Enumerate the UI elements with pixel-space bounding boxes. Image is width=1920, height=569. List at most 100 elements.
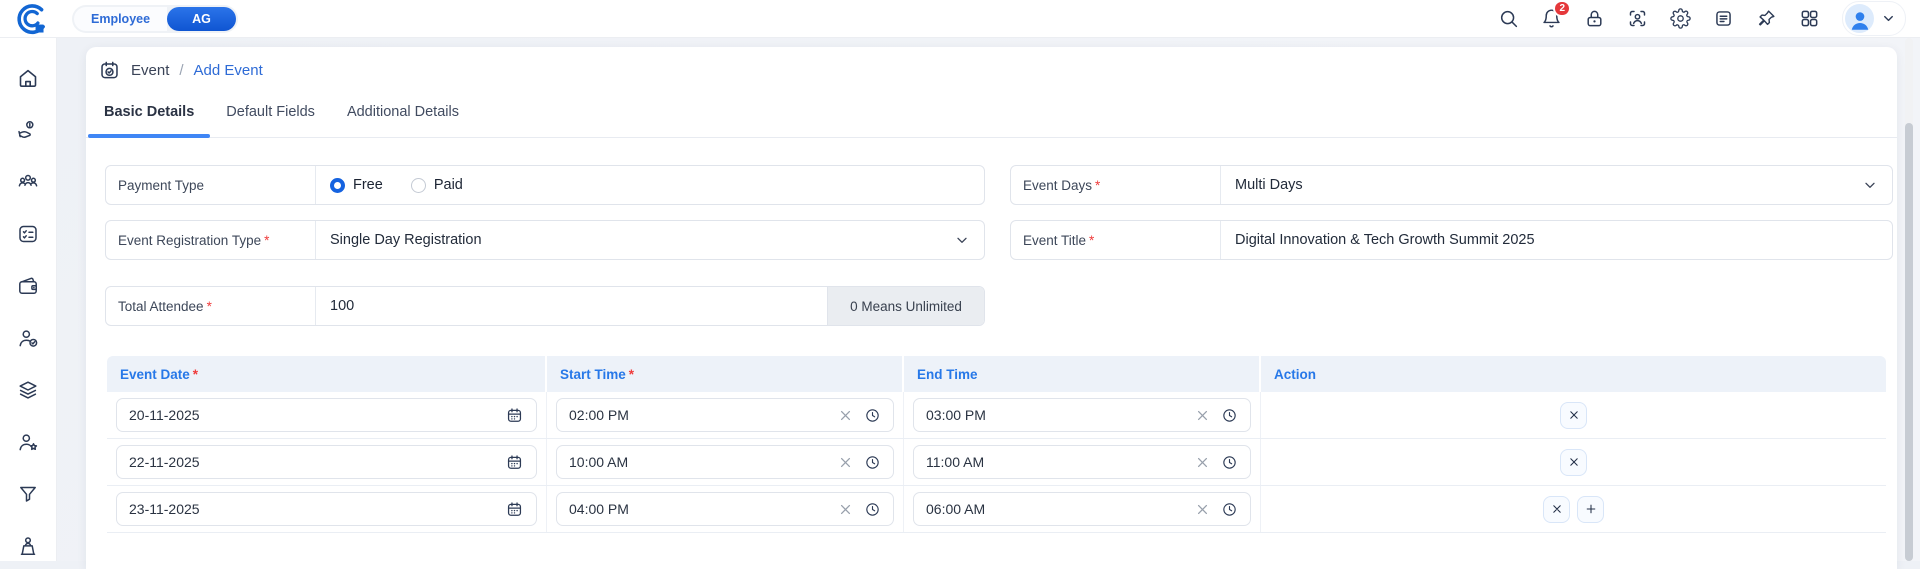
start-time-input[interactable]: 04:00 PM: [556, 492, 894, 526]
total-attendee-label: Total Attendee*: [106, 287, 316, 325]
clock-icon[interactable]: [864, 501, 881, 518]
chevron-down-icon: [954, 232, 970, 248]
employee-star-icon[interactable]: [16, 430, 40, 454]
role-toggle-ag[interactable]: AG: [167, 7, 236, 31]
search-icon[interactable]: [1498, 8, 1519, 29]
remove-row-button[interactable]: [1543, 496, 1570, 523]
settings-gear-icon[interactable]: [1670, 8, 1691, 29]
table-header: Event Date* Start Time* End Time Action: [107, 356, 1886, 392]
layers-stack-icon[interactable]: [16, 378, 40, 402]
col-end-time: End Time: [904, 356, 1261, 392]
table-row: 23-11-2025 04:00 PM 06:00 AM: [107, 486, 1886, 533]
clear-icon[interactable]: [837, 407, 854, 424]
table-row: 22-11-2025 10:00 AM 11:00 AM: [107, 439, 1886, 486]
event-title-field: Event Title* Digital Innovation & Tech G…: [1010, 220, 1893, 260]
notification-bell-icon[interactable]: 2: [1541, 8, 1562, 29]
clock-icon[interactable]: [864, 454, 881, 471]
col-action: Action: [1261, 356, 1886, 392]
event-registration-type-select[interactable]: Single Day Registration: [316, 221, 984, 259]
speaker-podium-icon[interactable]: [16, 534, 40, 558]
total-attendee-hint: 0 Means Unlimited: [827, 287, 984, 325]
scrollbar-thumb[interactable]: [1905, 123, 1913, 561]
profile-menu[interactable]: [1842, 1, 1906, 36]
event-schedule-table: Event Date* Start Time* End Time Action: [107, 356, 1886, 533]
radio-free-dot[interactable]: [330, 178, 345, 193]
tab-basic-details[interactable]: Basic Details: [88, 92, 210, 137]
role-toggle-employee[interactable]: Employee: [74, 7, 167, 31]
clear-icon[interactable]: [837, 454, 854, 471]
radio-paid-dot[interactable]: [411, 178, 426, 193]
end-time-input[interactable]: 03:00 PM: [913, 398, 1251, 432]
event-title-label: Event Title*: [1011, 221, 1221, 259]
remove-row-button[interactable]: [1560, 449, 1587, 476]
breadcrumb-separator: /: [179, 62, 183, 79]
meeting-room-icon[interactable]: [16, 170, 40, 194]
vertical-scrollbar[interactable]: [1905, 38, 1913, 561]
event-calendar-icon: [98, 59, 121, 82]
filter-funnel-icon[interactable]: [16, 482, 40, 506]
total-attendee-field: Total Attendee* 100 0 Means Unlimited: [105, 286, 985, 326]
remove-row-button[interactable]: [1560, 402, 1587, 429]
company-logo-icon: [13, 2, 46, 35]
pin-icon[interactable]: [1756, 8, 1777, 29]
clock-icon[interactable]: [864, 407, 881, 424]
chevron-down-icon: [1862, 177, 1878, 193]
notification-count-badge: 2: [1553, 0, 1571, 17]
calendar-icon[interactable]: [505, 406, 524, 425]
tab-bar: Basic Details Default Fields Additional …: [86, 92, 1897, 138]
breadcrumb: Event / Add Event: [86, 47, 1897, 87]
radio-free[interactable]: Free: [330, 177, 383, 193]
wallet-icon[interactable]: [16, 274, 40, 298]
notes-icon[interactable]: [1713, 8, 1734, 29]
clear-icon[interactable]: [1194, 501, 1211, 518]
event-date-input[interactable]: 20-11-2025: [116, 398, 537, 432]
col-start-time: Start Time*: [547, 356, 904, 392]
event-days-field: Event Days* Multi Days: [1010, 165, 1893, 205]
calendar-icon[interactable]: [505, 500, 524, 519]
topbar: Employee AG 2: [0, 0, 1920, 38]
page-card: Event / Add Event Basic Details Default …: [86, 47, 1897, 569]
clear-icon[interactable]: [1194, 407, 1211, 424]
sidebar-nav: [0, 38, 57, 561]
home-icon[interactable]: [16, 66, 40, 90]
lock-icon[interactable]: [1584, 8, 1605, 29]
total-attendee-input[interactable]: 100: [316, 287, 827, 325]
clear-icon[interactable]: [837, 501, 854, 518]
calendar-icon[interactable]: [505, 453, 524, 472]
employee-check-icon[interactable]: [16, 326, 40, 350]
breadcrumb-add-event: Add Event: [194, 62, 263, 79]
clock-icon[interactable]: [1221, 454, 1238, 471]
task-checklist-icon[interactable]: [16, 222, 40, 246]
clear-icon[interactable]: [1194, 454, 1211, 471]
tab-default-fields[interactable]: Default Fields: [210, 92, 331, 137]
event-date-input[interactable]: 23-11-2025: [116, 492, 537, 526]
clock-icon[interactable]: [1221, 501, 1238, 518]
end-time-input[interactable]: 06:00 AM: [913, 492, 1251, 526]
event-days-select[interactable]: Multi Days: [1221, 166, 1892, 204]
start-time-input[interactable]: 10:00 AM: [556, 445, 894, 479]
event-registration-type-field: Event Registration Type* Single Day Regi…: [105, 220, 985, 260]
event-date-input[interactable]: 22-11-2025: [116, 445, 537, 479]
table-row: 20-11-2025 02:00 PM 03:00 PM: [107, 392, 1886, 439]
user-avatar: [1845, 4, 1874, 33]
radio-paid[interactable]: Paid: [411, 177, 463, 193]
event-registration-type-label: Event Registration Type*: [106, 221, 316, 259]
event-days-label: Event Days*: [1011, 166, 1221, 204]
main-area: Event / Add Event Basic Details Default …: [57, 38, 1920, 561]
chevron-down-icon: [1881, 11, 1896, 26]
add-row-button[interactable]: [1577, 496, 1604, 523]
payment-type-label: Payment Type: [106, 166, 316, 204]
col-event-date: Event Date*: [107, 356, 547, 392]
apps-grid-icon[interactable]: [1799, 8, 1820, 29]
clock-icon[interactable]: [1221, 407, 1238, 424]
event-title-input[interactable]: Digital Innovation & Tech Growth Summit …: [1221, 221, 1892, 259]
role-toggle: Employee AG: [72, 5, 238, 33]
basic-details-form: Payment Type Free Paid: [86, 138, 1897, 533]
face-id-scan-icon[interactable]: [1627, 8, 1648, 29]
payment-type-field: Payment Type Free Paid: [105, 165, 985, 205]
start-time-input[interactable]: 02:00 PM: [556, 398, 894, 432]
breadcrumb-event[interactable]: Event: [131, 62, 169, 79]
tab-additional-details[interactable]: Additional Details: [331, 92, 475, 137]
end-time-input[interactable]: 11:00 AM: [913, 445, 1251, 479]
payroll-hand-coin-icon[interactable]: [16, 118, 40, 142]
